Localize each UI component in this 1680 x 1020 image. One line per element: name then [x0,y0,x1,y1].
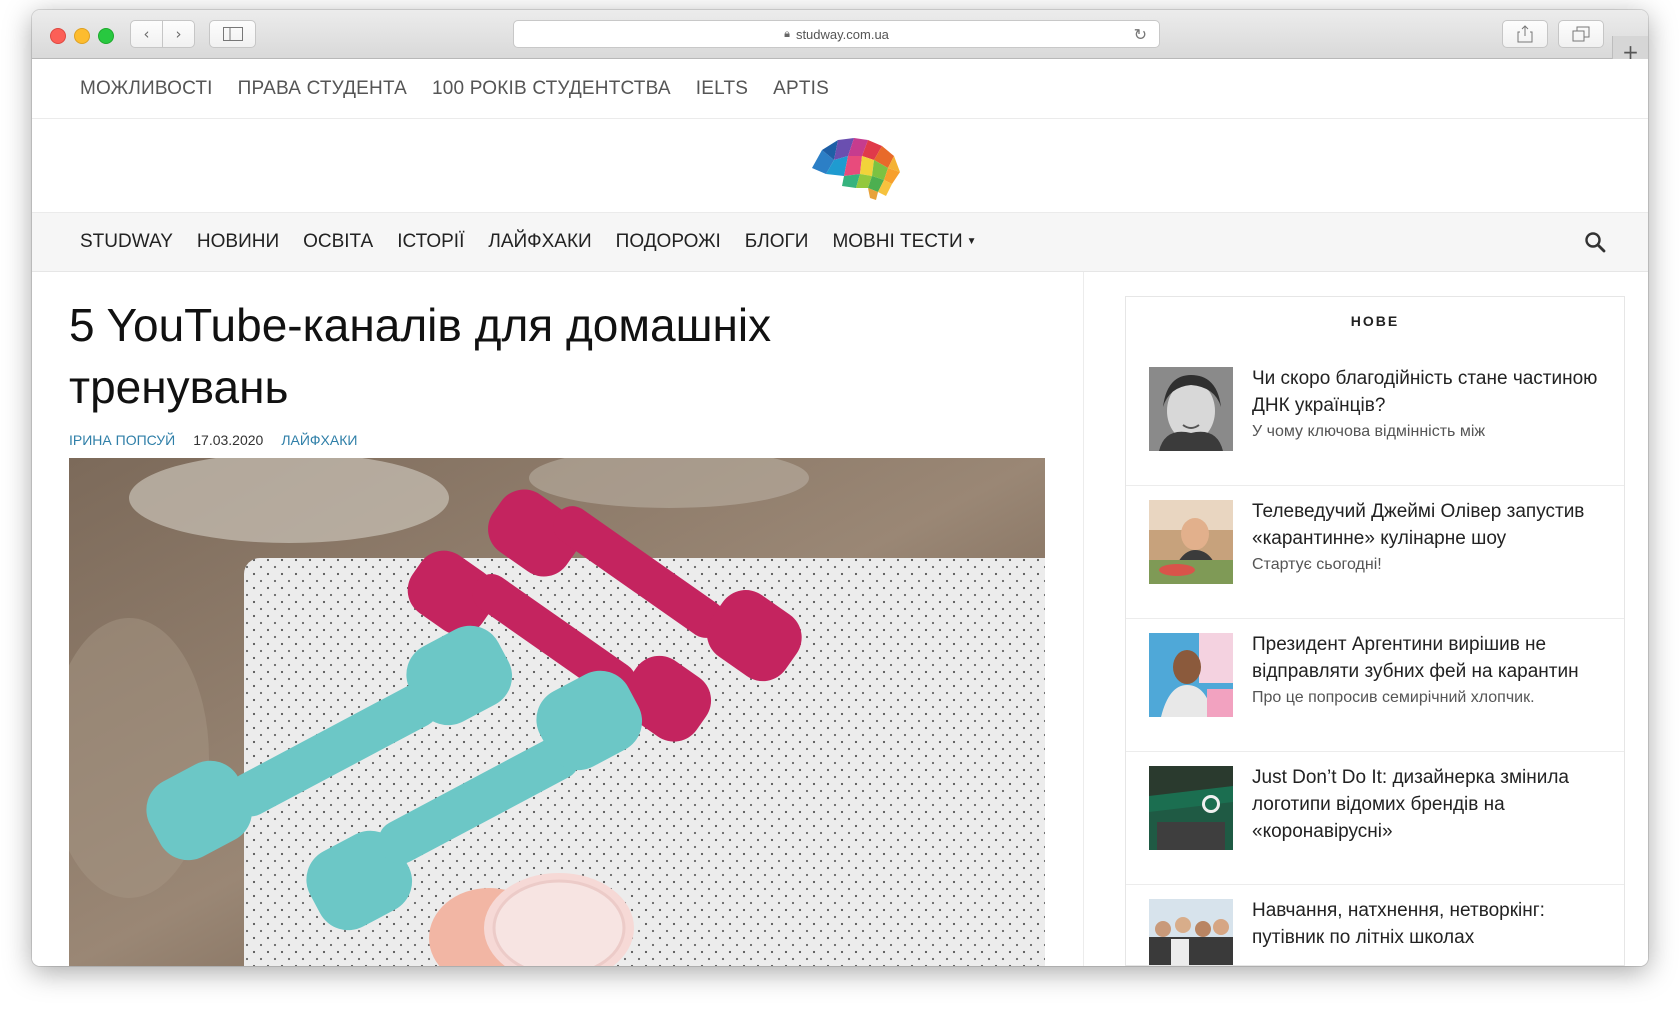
search-icon[interactable] [1584,231,1606,253]
share-icon [1517,25,1533,43]
post-excerpt: У чому ключова відмінність між [1252,423,1486,440]
share-button[interactable] [1502,20,1548,48]
address-bar[interactable]: 🔒︎ studway.com.ua ↻ [513,20,1160,48]
close-window-button[interactable] [50,28,66,44]
topnav-link[interactable]: APTIS [773,78,829,100]
chevron-right-icon: › [175,25,182,43]
article-title: 5 YouTube-каналів для домашніх тренувань [69,299,772,413]
post-title[interactable]: Навчання, натхнення, нетворкінг: путівни… [1252,897,1602,951]
mainnav-dropdown[interactable]: МОВНІ ТЕСТИ ▼ [832,231,976,253]
post-title[interactable]: Чи скоро благодійність стане частиною ДН… [1252,365,1602,419]
topnav-link[interactable]: ПРАВА СТУДЕНТА [238,78,407,100]
sidebar-new-posts: НОВЕ Чи скоро благодійність стане частин… [1125,296,1625,966]
post-thumbnail[interactable] [1149,500,1233,584]
publish-date: 17.03.2020 [193,432,264,448]
lock-icon: 🔒︎ [784,27,790,40]
mainnav-link[interactable]: БЛОГИ [745,231,809,253]
browser-toolbar: ‹ › 🔒︎ studway.com.ua ↻ + [32,10,1648,68]
list-item[interactable]: Чи скоро благодійність стане частиною ДН… [1126,353,1624,486]
mainnav-dropdown-label: МОВНІ ТЕСТИ [832,231,963,252]
minimize-window-button[interactable] [74,28,90,44]
post-title[interactable]: Телеведучий Джеймі Олівер запустив «кара… [1252,498,1602,552]
post-excerpt: Про це попросив семирічний хлопчик. [1252,689,1535,706]
article-meta: ІРИНА ПОПСУЙ 17.03.2020 ЛАЙФХАКИ [69,432,375,448]
top-navigation: МОЖЛИВОСТІ ПРАВА СТУДЕНТА 100 РОКІВ СТУД… [32,59,1648,119]
sidebar-toggle-button[interactable] [209,20,256,48]
article: 5 YouTube-каналів для домашніх тренувань… [32,272,1084,966]
post-title[interactable]: Президент Аргентини вирішив не відправля… [1252,631,1602,685]
back-button[interactable]: ‹ [130,20,163,48]
web-page: МОЖЛИВОСТІ ПРАВА СТУДЕНТА 100 РОКІВ СТУД… [32,59,1648,966]
post-excerpt: Стартує сьогодні! [1252,556,1382,573]
list-item[interactable]: Президент Аргентини вирішив не відправля… [1126,619,1624,752]
post-thumbnail[interactable] [1149,633,1233,717]
show-tabs-button[interactable] [1558,20,1604,48]
post-title[interactable]: Just Don’t Do It: дизайнерка змінила лог… [1252,764,1602,845]
caret-down-icon: ▼ [966,236,977,248]
post-thumbnail[interactable] [1149,766,1233,850]
topnav-link[interactable]: 100 РОКІВ СТУДЕНТСТВА [432,78,671,100]
author-link[interactable]: ІРИНА ПОПСУЙ [69,432,175,448]
post-thumbnail[interactable] [1149,899,1233,965]
category-link[interactable]: ЛАЙФХАКИ [281,432,357,448]
mainnav-link[interactable]: ОСВІТА [303,231,373,253]
post-thumbnail[interactable] [1149,367,1233,451]
header [32,120,1648,212]
reload-icon[interactable]: ↻ [1134,25,1147,44]
tabs-icon [1572,26,1590,42]
topnav-link[interactable]: МОЖЛИВОСТІ [80,78,213,100]
sidebar-title: НОВЕ [1350,313,1400,329]
list-item[interactable]: Навчання, натхнення, нетворкінг: путівни… [1126,885,1624,965]
chevron-left-icon: ‹ [143,25,150,43]
list-item[interactable]: Just Don’t Do It: дизайнерка змінила лог… [1126,752,1624,885]
forward-button[interactable]: › [162,20,195,48]
topnav-link[interactable]: IELTS [696,78,748,100]
mainnav-link[interactable]: STUDWAY [80,231,173,253]
brain-logo[interactable] [804,130,904,202]
sidebar-icon [222,27,243,41]
mainnav-link[interactable]: ЛАЙФХАКИ [488,231,591,253]
content-area: 5 YouTube-каналів для домашніх тренувань… [32,272,1648,966]
mainnav-link[interactable]: НОВИНИ [197,231,279,253]
url-text: studway.com.ua [795,26,889,42]
mainnav-link[interactable]: ІСТОРІЇ [397,231,464,253]
list-item[interactable]: Телеведучий Джеймі Олівер запустив «кара… [1126,486,1624,619]
browser-window: ‹ › 🔒︎ studway.com.ua ↻ + МОЖЛИВОСТІ ПРА… [32,10,1648,966]
main-navigation: STUDWAY НОВИНИ ОСВІТА ІСТОРІЇ ЛАЙФХАКИ П… [32,212,1648,272]
article-hero-image [69,458,1045,966]
mainnav-link[interactable]: ПОДОРОЖІ [616,231,721,253]
maximize-window-button[interactable] [98,28,114,44]
